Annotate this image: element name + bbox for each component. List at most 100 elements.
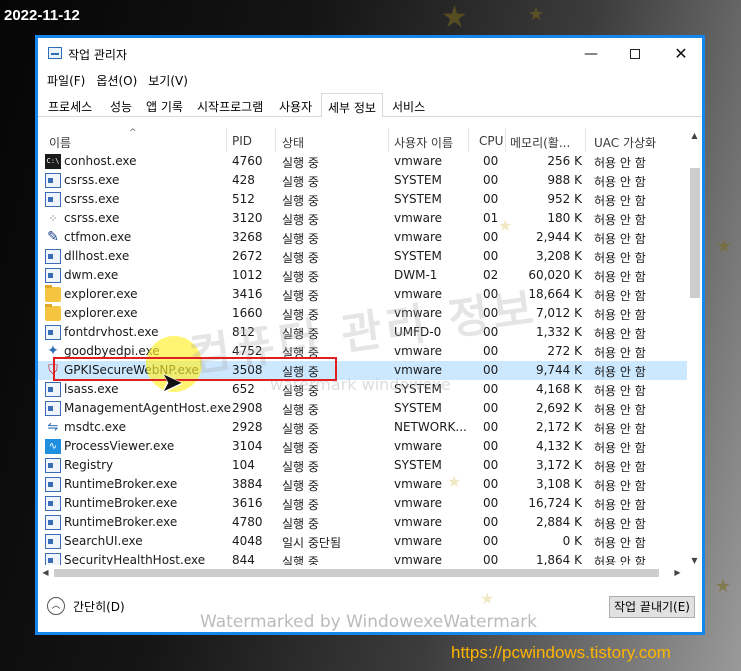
table-row[interactable]: ManagementAgentHost.exe 2908 실행 중 SYSTEM 00 2… (38, 399, 702, 418)
process-app-icon (45, 325, 61, 340)
cell-memory: 3,172 K (535, 458, 582, 472)
horizontal-scroll-thumb[interactable] (54, 569, 659, 577)
cell-status: 실행 중 (282, 460, 319, 474)
cell-memory: 180 K (547, 211, 582, 225)
fewer-details-button[interactable]: ︿ 간단히(D) (47, 597, 125, 615)
vertical-scrollbar[interactable]: ▲ ▼ (687, 128, 702, 568)
cell-pid: 4760 (232, 154, 263, 168)
scroll-up-icon[interactable]: ▲ (687, 128, 702, 143)
column-header-status[interactable]: 상태 (282, 134, 304, 151)
cell-pid: 1012 (232, 268, 263, 282)
cell-cpu: 00 (483, 249, 499, 263)
scroll-right-icon[interactable]: ▶ (670, 565, 685, 580)
table-row[interactable]: RuntimeBroker.exe 3884 실행 중 vmware 00 3,108 K… (38, 475, 702, 494)
cell-name: goodbyedpi.exe (64, 344, 160, 358)
process-globe-icon: ✦ (47, 343, 59, 359)
tab-app-history[interactable]: 앱 기록 (140, 95, 189, 117)
table-row[interactable]: RuntimeBroker.exe 3616 실행 중 vmware 00 16,724 … (38, 494, 702, 513)
tab-users[interactable]: 사용자 (273, 95, 318, 117)
table-row[interactable]: ⛉ GPKISecureWebNP.exe 3508 실행 중 vmware 00 9,74… (38, 361, 702, 380)
cell-uac: 허용 안 함 (594, 251, 646, 265)
title-bar[interactable]: 작업 관리자 — ✕ (38, 38, 702, 69)
close-button[interactable]: ✕ (658, 38, 702, 69)
cell-cpu: 00 (483, 439, 499, 453)
table-row[interactable]: dwm.exe 1012 실행 중 DWM-1 02 60,020 K 허용 안 함 (38, 266, 702, 285)
table-row[interactable]: explorer.exe 1660 실행 중 vmware 00 7,012 K 허용 안 … (38, 304, 702, 323)
process-app-icon (45, 401, 61, 416)
cell-pid: 3104 (232, 439, 263, 453)
cell-status: 실행 중 (282, 251, 319, 265)
cell-uac: 허용 안 함 (594, 346, 646, 360)
cell-memory: 0 K (562, 534, 582, 548)
cell-pid: 3616 (232, 496, 263, 510)
cell-uac: 허용 안 함 (594, 365, 646, 379)
end-task-button[interactable]: 작업 끝내기(E) (609, 596, 695, 618)
tab-details[interactable]: 세부 정보 (321, 93, 383, 118)
tab-startup[interactable]: 시작프로그램 (191, 95, 269, 117)
cell-memory: 2,884 K (535, 515, 582, 529)
cell-status: 실행 중 (282, 346, 319, 360)
menu-view[interactable]: 보기(V) (145, 69, 196, 89)
column-header-name[interactable]: 이름 (49, 134, 71, 151)
cell-status: 일시 중단됨 (282, 536, 342, 550)
maximize-button[interactable] (612, 38, 658, 69)
table-row[interactable]: ✦ goodbyedpi.exe 4752 실행 중 vmware 00 272 K 허용 안… (38, 342, 702, 361)
fewer-details-label: 간단히(D) (73, 599, 125, 614)
cell-cpu: 00 (483, 401, 499, 415)
cell-pid: 428 (232, 173, 255, 187)
cell-pid: 3120 (232, 211, 263, 225)
process-cursor-icon: ⁘ (48, 212, 58, 225)
table-row[interactable]: ∿ ProcessViewer.exe 3104 실행 중 vmware 00 4,132 … (38, 437, 702, 456)
table-row[interactable]: C:\ conhost.exe 4760 실행 중 vmware 00 256 K 허용 안 … (38, 152, 702, 171)
table-row[interactable]: RuntimeBroker.exe 4780 실행 중 vmware 00 2,884 K… (38, 513, 702, 532)
cell-user: UMFD-0 (394, 325, 442, 339)
table-row[interactable]: explorer.exe 3416 실행 중 vmware 00 18,664 K 허용 안… (38, 285, 702, 304)
table-row[interactable]: csrss.exe 428 실행 중 SYSTEM 00 988 K 허용 안 함 (38, 171, 702, 190)
cell-uac: 허용 안 함 (594, 384, 646, 398)
table-row[interactable]: lsass.exe 652 실행 중 SYSTEM 00 4,168 K 허용 안 함 (38, 380, 702, 399)
vertical-scroll-thumb[interactable] (690, 168, 700, 298)
cell-uac: 허용 안 함 (594, 232, 646, 246)
tab-processes[interactable]: 프로세스 (42, 95, 98, 117)
column-header-uac[interactable]: UAC 가상화 (594, 134, 656, 151)
cell-user: vmware (394, 211, 443, 225)
horizontal-scrollbar[interactable]: ◀ ▶ (38, 565, 702, 580)
column-header-user[interactable]: 사용자 이름 (394, 134, 453, 151)
table-row[interactable]: SearchUI.exe 4048 일시 중단됨 vmware 00 0 K 허용 안 함 (38, 532, 702, 551)
menu-file[interactable]: 파일(F) (44, 69, 93, 89)
cell-memory: 16,724 K (528, 496, 582, 510)
cell-name: ctfmon.exe (64, 230, 132, 244)
table-row[interactable]: fontdrvhost.exe 812 실행 중 UMFD-0 00 1,332 K 허용 … (38, 323, 702, 342)
cell-uac: 허용 안 함 (594, 194, 646, 208)
column-header-cpu[interactable]: CPU (479, 134, 503, 148)
tab-performance[interactable]: 성능 (104, 95, 138, 117)
table-row[interactable]: Registry 104 실행 중 SYSTEM 00 3,172 K 허용 안 함 (38, 456, 702, 475)
cell-status: 실행 중 (282, 213, 319, 227)
table-row[interactable]: ⇋ msdtc.exe 2928 실행 중 NETWORK... 00 2,172 K 허용 … (38, 418, 702, 437)
cell-pid: 1660 (232, 306, 263, 320)
star-decoration-icon: ★ (716, 236, 733, 257)
scroll-left-icon[interactable]: ◀ (38, 565, 53, 580)
table-row[interactable]: csrss.exe 512 실행 중 SYSTEM 00 952 K 허용 안 함 (38, 190, 702, 209)
column-header-pid[interactable]: PID (232, 134, 252, 148)
minimize-button[interactable]: — (568, 38, 614, 69)
cell-uac: 허용 안 함 (594, 175, 646, 189)
task-manager-icon (48, 47, 62, 59)
cell-name: fontdrvhost.exe (64, 325, 159, 339)
cell-cpu: 00 (483, 363, 499, 377)
cell-user: vmware (394, 306, 443, 320)
cell-status: 실행 중 (282, 365, 319, 379)
table-row[interactable]: ✎ ctfmon.exe 3268 실행 중 vmware 00 2,944 K 허용 안 함 (38, 228, 702, 247)
cell-user: vmware (394, 154, 443, 168)
cell-memory: 7,012 K (535, 306, 582, 320)
table-row[interactable]: ⁘ csrss.exe 3120 실행 중 vmware 01 180 K 허용 안 함 (38, 209, 702, 228)
cell-cpu: 02 (483, 268, 499, 282)
tab-services[interactable]: 서비스 (386, 95, 431, 117)
cell-user: vmware (394, 515, 443, 529)
cell-user: vmware (394, 287, 443, 301)
cell-name: conhost.exe (64, 154, 137, 168)
cell-uac: 허용 안 함 (594, 270, 646, 284)
column-header-memory[interactable]: 메모리(활... (510, 134, 570, 151)
table-row[interactable]: dllhost.exe 2672 실행 중 SYSTEM 00 3,208 K 허용 안 함 (38, 247, 702, 266)
menu-options[interactable]: 옵션(O) (93, 69, 145, 89)
